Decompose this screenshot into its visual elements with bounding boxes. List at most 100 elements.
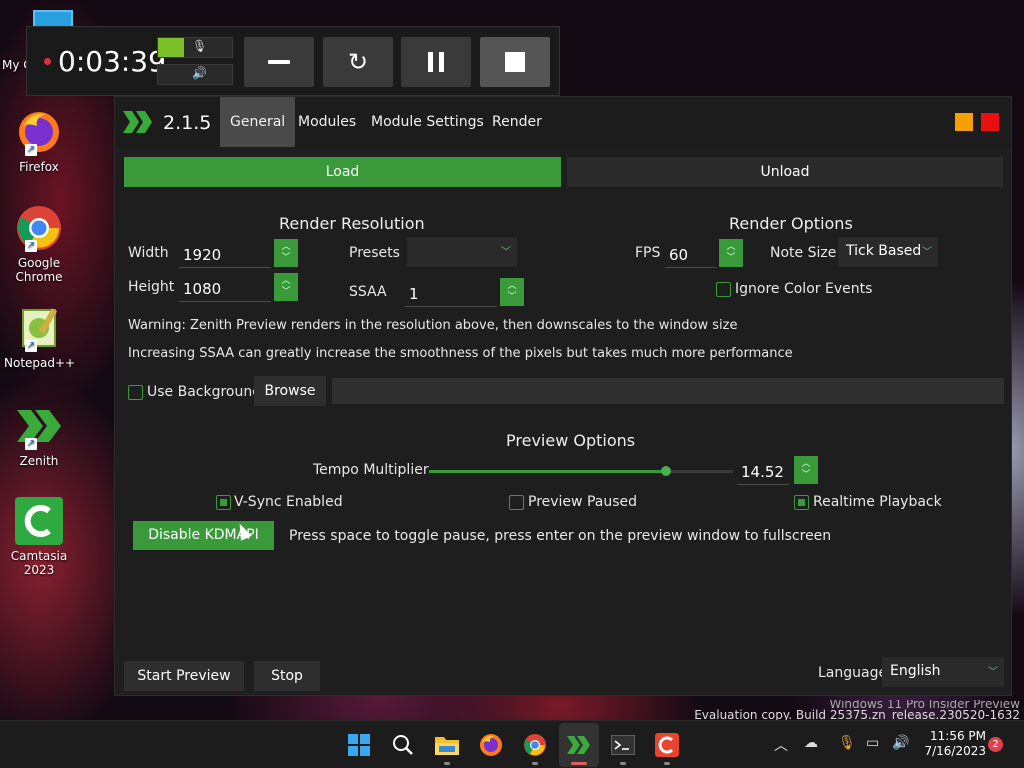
ssaa-spinner[interactable]: ︿ ﹀ xyxy=(500,278,524,306)
notepad-plus-plus-icon: ↗ xyxy=(15,304,63,352)
delete-recording-button[interactable] xyxy=(244,37,314,87)
note-size-value: Tick Based xyxy=(846,243,922,259)
taskbar-clock[interactable]: 11:56 PM 7/16/2023 xyxy=(918,729,986,759)
start-icon[interactable] xyxy=(345,731,373,759)
tempo-slider-rest[interactable] xyxy=(666,470,733,473)
height-input[interactable]: 1080 xyxy=(179,274,271,302)
tab-module-settings[interactable]: Module Settings xyxy=(361,97,494,147)
tempo-spinner[interactable]: ︿ ﹀ xyxy=(794,456,818,484)
shortcut-arrow-icon: ↗ xyxy=(25,438,37,450)
unload-button[interactable]: Unload xyxy=(567,157,1003,187)
shortcut-arrow-icon: ↗ xyxy=(25,144,37,156)
zenith-icon[interactable] xyxy=(565,731,593,759)
preview-paused-label: Preview Paused xyxy=(528,494,638,510)
watermark-edition: Windows 11 Pro Insider Preview xyxy=(829,700,1020,708)
ignore-color-events-label: Ignore Color Events xyxy=(735,281,873,297)
speaker-level-meter[interactable]: 🔊 xyxy=(157,64,233,85)
volume-icon[interactable]: 🔊 xyxy=(892,735,909,751)
chevron-down-icon: ﹀ xyxy=(281,287,291,297)
close-button[interactable] xyxy=(981,113,999,131)
minus-icon xyxy=(268,60,290,64)
tab-modules[interactable]: Modules xyxy=(288,97,366,147)
tempo-slider-track[interactable] xyxy=(429,470,667,473)
chevron-down-icon: ﹀ xyxy=(501,247,511,258)
note-size-dropdown[interactable]: Tick Based ﹀ xyxy=(838,237,938,267)
chevron-down-icon: ﹀ xyxy=(281,253,291,263)
note-size-label: Note Size xyxy=(770,245,837,261)
browse-button[interactable]: Browse xyxy=(254,376,326,406)
use-background-label: Use Background xyxy=(147,384,262,400)
width-spinner[interactable]: ︿ ﹀ xyxy=(274,239,298,267)
zenith-window: 2.1.5 General Modules Module Settings Re… xyxy=(114,96,1012,696)
disable-kdmapi-button[interactable]: Disable KDMAPI xyxy=(133,521,274,550)
preview-options-heading: Preview Options xyxy=(506,431,636,450)
realtime-playback-checkbox[interactable] xyxy=(794,495,809,510)
windows-watermark: Windows 11 Pro Insider Preview Evaluatio… xyxy=(694,700,1020,722)
firefox-icon: ↗ xyxy=(15,108,63,156)
camtasia-icon xyxy=(15,497,63,545)
running-indicator xyxy=(571,762,587,765)
desktop-icon-firefox[interactable]: ↗ Firefox xyxy=(4,108,74,174)
chevron-up-icon[interactable]: ︿ xyxy=(774,735,788,755)
use-background-checkbox[interactable] xyxy=(128,385,143,400)
zenith-icon: ↗ xyxy=(15,402,63,450)
taskbar: ︿ ☁ 🎙 ▭ 🔊 11:56 PM 7/16/2023 2 xyxy=(0,720,1024,768)
cloud-offline-icon[interactable]: ☁ xyxy=(804,735,818,751)
ignore-color-events-checkbox[interactable] xyxy=(716,282,731,297)
presets-dropdown[interactable]: ﹀ xyxy=(407,237,517,267)
desktop-icon-camtasia[interactable]: Camtasia 2023 xyxy=(4,497,74,577)
ssaa-input[interactable]: 1 xyxy=(405,279,497,307)
language-dropdown[interactable]: English ﹀ xyxy=(882,657,1004,687)
notification-badge[interactable]: 2 xyxy=(988,737,1003,752)
running-indicator xyxy=(664,762,670,765)
chevron-up-icon: ︿ xyxy=(726,242,736,252)
tab-render[interactable]: Render xyxy=(482,97,552,147)
restart-recording-button[interactable]: ↻ xyxy=(323,37,393,87)
width-label: Width xyxy=(128,245,169,261)
running-indicator xyxy=(444,762,450,765)
stop-button[interactable]: Stop xyxy=(254,661,320,691)
chrome-icon: ↗ xyxy=(15,204,63,252)
preview-paused-checkbox[interactable] xyxy=(509,495,524,510)
desktop-icon-zenith[interactable]: ↗ Zenith xyxy=(4,402,74,468)
camtasia-icon[interactable] xyxy=(653,731,681,759)
zenith-logo-icon xyxy=(123,111,152,133)
load-button[interactable]: Load xyxy=(124,157,561,187)
running-indicator xyxy=(620,762,626,765)
tempo-input[interactable]: 14.52 xyxy=(737,457,789,485)
desktop-icon-label: Zenith xyxy=(19,454,59,468)
terminal-icon[interactable] xyxy=(609,731,637,759)
audio-levels: 🎙 🔊 xyxy=(157,37,233,85)
stop-recording-button[interactable] xyxy=(480,37,550,87)
restart-icon: ↻ xyxy=(347,48,369,76)
height-spinner[interactable]: ︿ ﹀ xyxy=(274,273,298,301)
tab-general[interactable]: General xyxy=(220,97,296,147)
firefox-icon[interactable] xyxy=(477,731,505,759)
start-preview-button[interactable]: Start Preview xyxy=(124,661,244,691)
shortcut-arrow-icon: ↗ xyxy=(25,240,37,252)
realtime-playback-label: Realtime Playback xyxy=(813,494,942,510)
minimize-button[interactable] xyxy=(955,113,973,131)
language-value: English xyxy=(890,663,941,679)
pause-recording-button[interactable] xyxy=(401,37,471,87)
title-bar: 2.1.5 General Modules Module Settings Re… xyxy=(115,97,1011,147)
chrome-icon[interactable] xyxy=(521,731,549,759)
tempo-slider-thumb[interactable] xyxy=(661,466,672,476)
tempo-multiplier-label: Tempo Multiplier xyxy=(313,462,429,478)
vsync-checkbox[interactable] xyxy=(216,495,231,510)
desktop-icon-notepad-plus-plus[interactable]: ↗ Notepad++ xyxy=(4,304,75,370)
mic-level-fill xyxy=(158,38,184,57)
desktop-icon-label: Firefox xyxy=(19,160,59,174)
background-path-field[interactable] xyxy=(332,378,1004,404)
search-icon[interactable] xyxy=(389,731,417,759)
mic-level-meter[interactable]: 🎙 xyxy=(157,37,233,58)
fps-spinner[interactable]: ︿ ﹀ xyxy=(719,239,743,267)
desktop-icon-label: Camtasia 2023 xyxy=(10,549,68,577)
desktop-icon-chrome[interactable]: ↗ Google Chrome xyxy=(4,204,74,284)
file-explorer-icon[interactable] xyxy=(433,731,461,759)
width-input[interactable]: 1920 xyxy=(179,240,271,268)
preview-hint-text: Press space to toggle pause, press enter… xyxy=(289,528,832,544)
microphone-icon[interactable]: 🎙 xyxy=(838,735,856,751)
fps-input[interactable]: 60 xyxy=(665,240,717,268)
network-icon[interactable]: ▭ xyxy=(866,735,879,751)
